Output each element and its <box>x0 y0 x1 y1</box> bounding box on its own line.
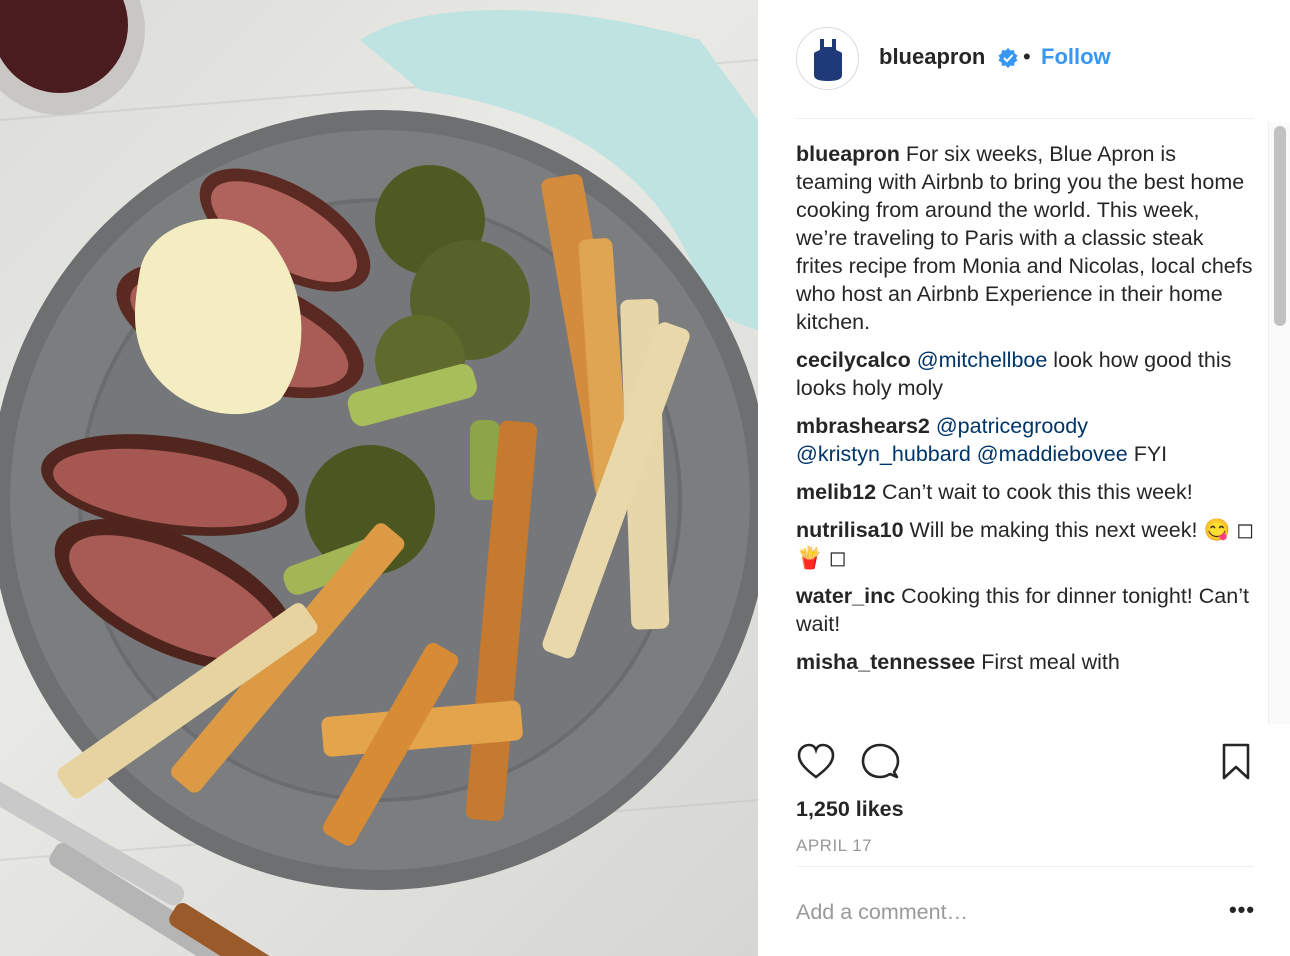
more-options-button[interactable]: ••• <box>1224 896 1260 928</box>
mention-link[interactable]: @mitchellboe <box>917 348 1048 372</box>
comment-username[interactable]: water_inc <box>796 584 895 608</box>
divider <box>796 866 1254 867</box>
post-date[interactable]: APRIL 17 <box>796 836 872 856</box>
scrollbar-thumb[interactable] <box>1274 126 1286 326</box>
comments-scrollbar[interactable] <box>1268 122 1290 724</box>
comment-text: FYI <box>1127 442 1168 466</box>
add-comment-input[interactable] <box>796 896 1196 928</box>
avatar[interactable] <box>796 27 859 90</box>
heart-icon[interactable] <box>796 742 836 782</box>
mention-link[interactable]: @patricegroody <box>936 414 1088 438</box>
comment-username[interactable]: nutrilisa10 <box>796 518 904 542</box>
comment-username[interactable]: misha_tennessee <box>796 650 975 674</box>
comment-icon[interactable] <box>860 742 900 782</box>
comment-text: Can’t wait to cook this this week! <box>876 480 1193 504</box>
mention-link[interactable]: @maddiebovee <box>977 442 1128 466</box>
comment-item: water_inc Cooking this for dinner tonigh… <box>796 582 1256 638</box>
divider <box>796 118 1254 119</box>
header-separator: • <box>1023 44 1031 69</box>
comment-item: cecilycalco @mitchellboe look how good t… <box>796 346 1256 402</box>
follow-button[interactable]: Follow <box>1041 44 1111 70</box>
comment-item: nutrilisa10 Will be making this next wee… <box>796 516 1256 572</box>
comment-text: First meal with <box>975 650 1120 674</box>
comment-item: misha_tennessee First meal with <box>796 648 1256 676</box>
comment-username[interactable]: blueapron <box>796 142 900 166</box>
comment-username[interactable]: melib12 <box>796 480 876 504</box>
post-header: blueapron • Follow <box>758 0 1290 118</box>
comment-username[interactable]: cecilycalco <box>796 348 911 372</box>
post-photo[interactable] <box>0 0 758 956</box>
bookmark-icon[interactable] <box>1216 742 1256 782</box>
comment-item: mbrashears2 @patricegroody @kristyn_hubb… <box>796 412 1256 468</box>
steak-frites-image <box>0 0 758 956</box>
action-bar <box>758 726 1290 796</box>
likes-count[interactable]: 1,250 likes <box>796 797 904 822</box>
comment-item: blueapron For six weeks, Blue Apron is t… <box>796 140 1256 336</box>
comment-item: melib12 Can’t wait to cook this this wee… <box>796 478 1256 506</box>
account-handle[interactable]: blueapron <box>879 44 985 70</box>
post-side-panel: blueapron • Follow blueapron For six wee… <box>758 0 1290 956</box>
mention-link[interactable]: @kristyn_hubbard <box>796 442 971 466</box>
comment-text: For six weeks, Blue Apron is teaming wit… <box>796 142 1253 334</box>
comment-username[interactable]: mbrashears2 <box>796 414 930 438</box>
apron-logo-icon <box>813 38 842 81</box>
comments-list[interactable]: blueapron For six weeks, Blue Apron is t… <box>796 140 1256 725</box>
verified-badge-icon <box>998 48 1018 68</box>
